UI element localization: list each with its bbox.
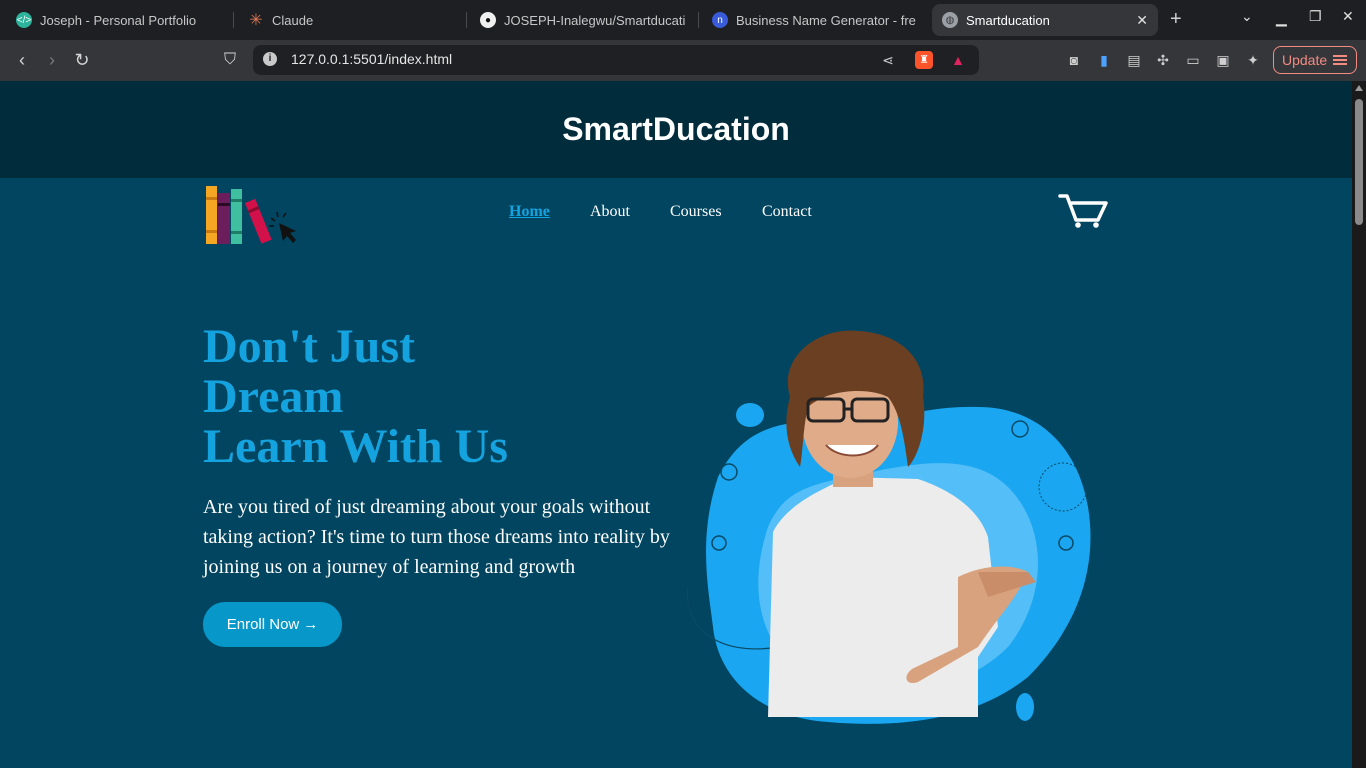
arrow-right-icon: →: [303, 616, 319, 633]
sidebar-icon[interactable]: ▭: [1184, 51, 1202, 69]
tab-label: JOSEPH-Inalegwu/Smartducati: [504, 12, 686, 28]
forward-button[interactable]: ›: [40, 48, 64, 72]
bookmark-icon[interactable]: ⛉: [218, 48, 242, 72]
tab-separator: [466, 12, 467, 28]
back-button[interactable]: ‹: [10, 48, 34, 72]
wallet-icon[interactable]: ▣: [1214, 51, 1232, 69]
extension-notes-icon[interactable]: ▤: [1125, 51, 1143, 69]
github-icon: ●: [480, 12, 496, 28]
nav-home[interactable]: Home: [509, 203, 550, 221]
hero-title-line: Don't Just: [203, 320, 416, 373]
tab-label: Smartducation: [966, 12, 1050, 28]
update-button[interactable]: Update: [1273, 46, 1357, 74]
browser-tab-bar: </> Joseph - Personal Portfolio ✳ Claude…: [0, 0, 1366, 40]
hero-title-line: Learn With Us: [203, 420, 508, 473]
hero-title-line: Dream: [203, 370, 344, 423]
window-close-icon[interactable]: ✕: [1342, 8, 1354, 25]
site-header: SmartDucation: [0, 81, 1352, 178]
minimize-icon[interactable]: ▁: [1276, 10, 1287, 27]
cart-icon[interactable]: [1058, 193, 1108, 229]
scroll-up-icon[interactable]: [1355, 85, 1363, 91]
tab-claude[interactable]: ✳ Claude: [238, 4, 464, 36]
close-icon[interactable]: ✕: [1136, 12, 1148, 29]
brave-shield-icon[interactable]: ♜: [915, 51, 933, 69]
web-page: SmartDucation Home About Courses Contact…: [0, 81, 1352, 768]
scrollbar-thumb[interactable]: [1355, 99, 1363, 225]
camera-icon[interactable]: ◙: [1065, 51, 1083, 69]
brave-rewards-icon[interactable]: ▲: [949, 51, 967, 69]
restore-icon[interactable]: ❐: [1309, 8, 1322, 25]
tab-label: Claude: [272, 12, 314, 28]
hero-description: Are you tired of just dreaming about you…: [203, 496, 670, 578]
nav-contact[interactable]: Contact: [762, 203, 812, 221]
tab-smartducation[interactable]: ◍ Smartducation ✕: [932, 4, 1158, 36]
tab-label: Business Name Generator - free: [736, 12, 916, 28]
tab-github[interactable]: ● JOSEPH-Inalegwu/Smartducati: [470, 4, 696, 36]
extension-clipboard-icon[interactable]: ▮: [1095, 51, 1113, 69]
namelix-icon: n: [712, 12, 728, 28]
site-info-icon[interactable]: i: [263, 52, 277, 66]
new-tab-button[interactable]: +: [1170, 8, 1182, 30]
leo-ai-icon[interactable]: ✦: [1244, 51, 1262, 69]
share-icon[interactable]: ⋖: [879, 51, 897, 69]
globe-icon: ◍: [942, 12, 958, 28]
tab-separator: [698, 12, 699, 28]
tab-separator: [233, 12, 234, 28]
claude-icon: ✳: [249, 12, 263, 29]
enroll-now-button[interactable]: Enroll Now →: [203, 602, 342, 647]
tab-business-name[interactable]: n Business Name Generator - free: [702, 4, 926, 36]
reload-button[interactable]: ↻: [70, 48, 94, 72]
nav-courses[interactable]: Courses: [670, 203, 722, 221]
enroll-label: Enroll Now: [226, 616, 300, 633]
books-logo[interactable]: [205, 185, 301, 247]
code-icon: </>: [16, 12, 32, 28]
extensions-puzzle-icon[interactable]: ✣: [1154, 51, 1172, 69]
nav-about[interactable]: About: [590, 203, 630, 221]
update-label: Update: [1282, 52, 1328, 68]
tab-portfolio[interactable]: </> Joseph - Personal Portfolio: [6, 4, 230, 36]
site-title: SmartDucation: [562, 111, 790, 147]
hero-title: Don't Just Dream Learn With Us: [203, 322, 508, 472]
address-url[interactable]: 127.0.0.1:5501/index.html: [291, 51, 452, 67]
tab-label: Joseph - Personal Portfolio: [40, 12, 197, 28]
menu-icon: [1333, 55, 1348, 65]
page-scrollbar[interactable]: [1352, 81, 1366, 768]
tab-search-icon[interactable]: ⌄: [1241, 8, 1253, 25]
hero-illustration: [686, 330, 1091, 724]
